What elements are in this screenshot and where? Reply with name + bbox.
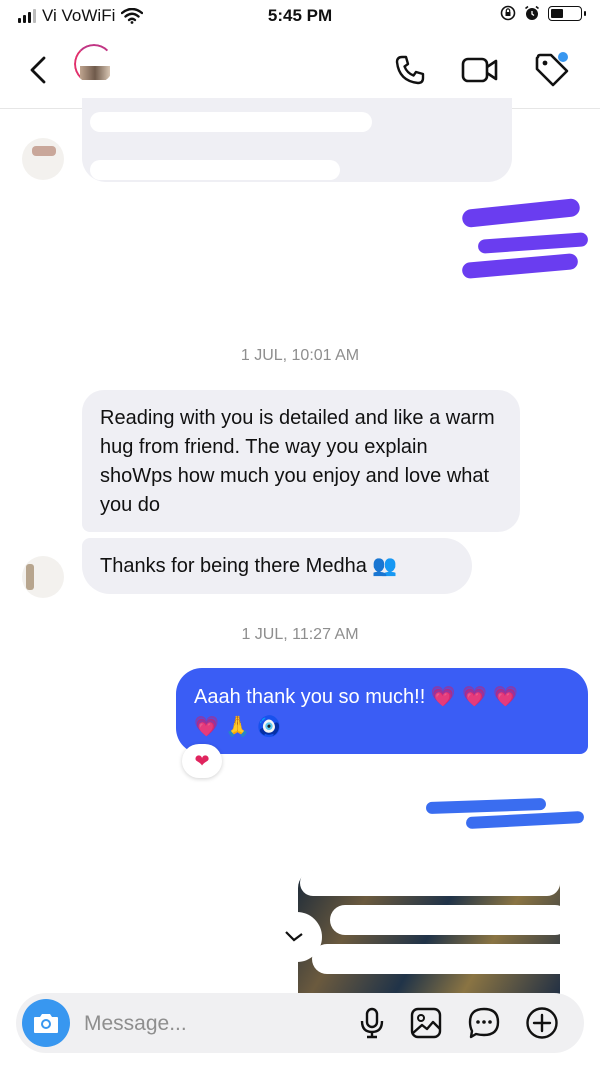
chevron-icon (285, 931, 303, 942)
video-camera-icon (461, 57, 498, 83)
avatar-photo (80, 66, 110, 80)
redaction-scribble (300, 870, 560, 896)
sticker-button[interactable] (464, 1003, 504, 1043)
sender-avatar[interactable] (22, 138, 64, 180)
message-timestamp: 1 JUL, 11:27 AM (241, 626, 359, 643)
redacted-outgoing-content (461, 197, 581, 229)
chevron-left-icon (30, 56, 46, 84)
tag-button[interactable] (528, 46, 576, 94)
outgoing-message-bubble[interactable]: Aaah thank you so much!! 💗 💗 💗 💗 🙏 🧿 (176, 668, 588, 754)
redaction-scribble (330, 905, 570, 935)
message-text: Aaah thank you so much!! (194, 686, 426, 708)
heart-reaction[interactable]: ❤ (182, 744, 222, 778)
camera-icon (34, 1014, 58, 1033)
plus-circle-icon (526, 1007, 558, 1039)
redaction-scribble (90, 160, 340, 180)
gallery-button[interactable] (406, 1003, 446, 1043)
heart-icon: ❤ (194, 750, 210, 771)
message-text: Reading with you is detailed and like a … (100, 407, 495, 516)
redacted-outgoing-content (425, 797, 547, 815)
alarm-icon (525, 5, 539, 20)
incoming-message-bubble[interactable]: Thanks for being there Medha 👥 (82, 538, 472, 594)
audio-call-button[interactable] (386, 46, 434, 94)
battery-icon (548, 5, 586, 21)
camera-button[interactable] (22, 999, 70, 1047)
sender-avatar[interactable] (22, 556, 64, 598)
emoji: 👥 (372, 553, 398, 577)
voice-message-button[interactable] (352, 1003, 392, 1043)
video-call-button[interactable] (456, 46, 504, 94)
message-composer (16, 993, 584, 1053)
gallery-icon (410, 1007, 442, 1039)
more-options-button[interactable] (522, 1003, 562, 1043)
screen-lock-icon (500, 5, 516, 21)
incoming-message-bubble[interactable]: Reading with you is detailed and like a … (82, 390, 520, 532)
emoji: 💗 💗 💗 (430, 684, 519, 708)
status-right (500, 5, 586, 21)
message-text: Thanks for being there Medha (100, 555, 367, 577)
notification-dot (558, 52, 568, 62)
emoji: 💗 🙏 🧿 (194, 714, 282, 738)
sender-avatar[interactable] (272, 912, 322, 962)
redaction-scribble (90, 112, 372, 132)
back-button[interactable] (14, 46, 62, 94)
message-timestamp: 1 JUL, 10:01 AM (240, 347, 360, 364)
microphone-icon (360, 1007, 384, 1039)
status-bar: Vi VoWiFi 5:45 PM (0, 0, 600, 34)
redacted-contact-name (120, 52, 360, 86)
phone-icon (395, 55, 425, 85)
redacted-outgoing-content (465, 810, 585, 830)
message-input[interactable] (82, 1007, 346, 1041)
redacted-outgoing-content (477, 232, 589, 254)
redaction-scribble (312, 944, 588, 974)
sticker-chat-icon (468, 1007, 500, 1039)
redacted-outgoing-content (461, 252, 579, 280)
contact-avatar[interactable] (74, 44, 114, 84)
